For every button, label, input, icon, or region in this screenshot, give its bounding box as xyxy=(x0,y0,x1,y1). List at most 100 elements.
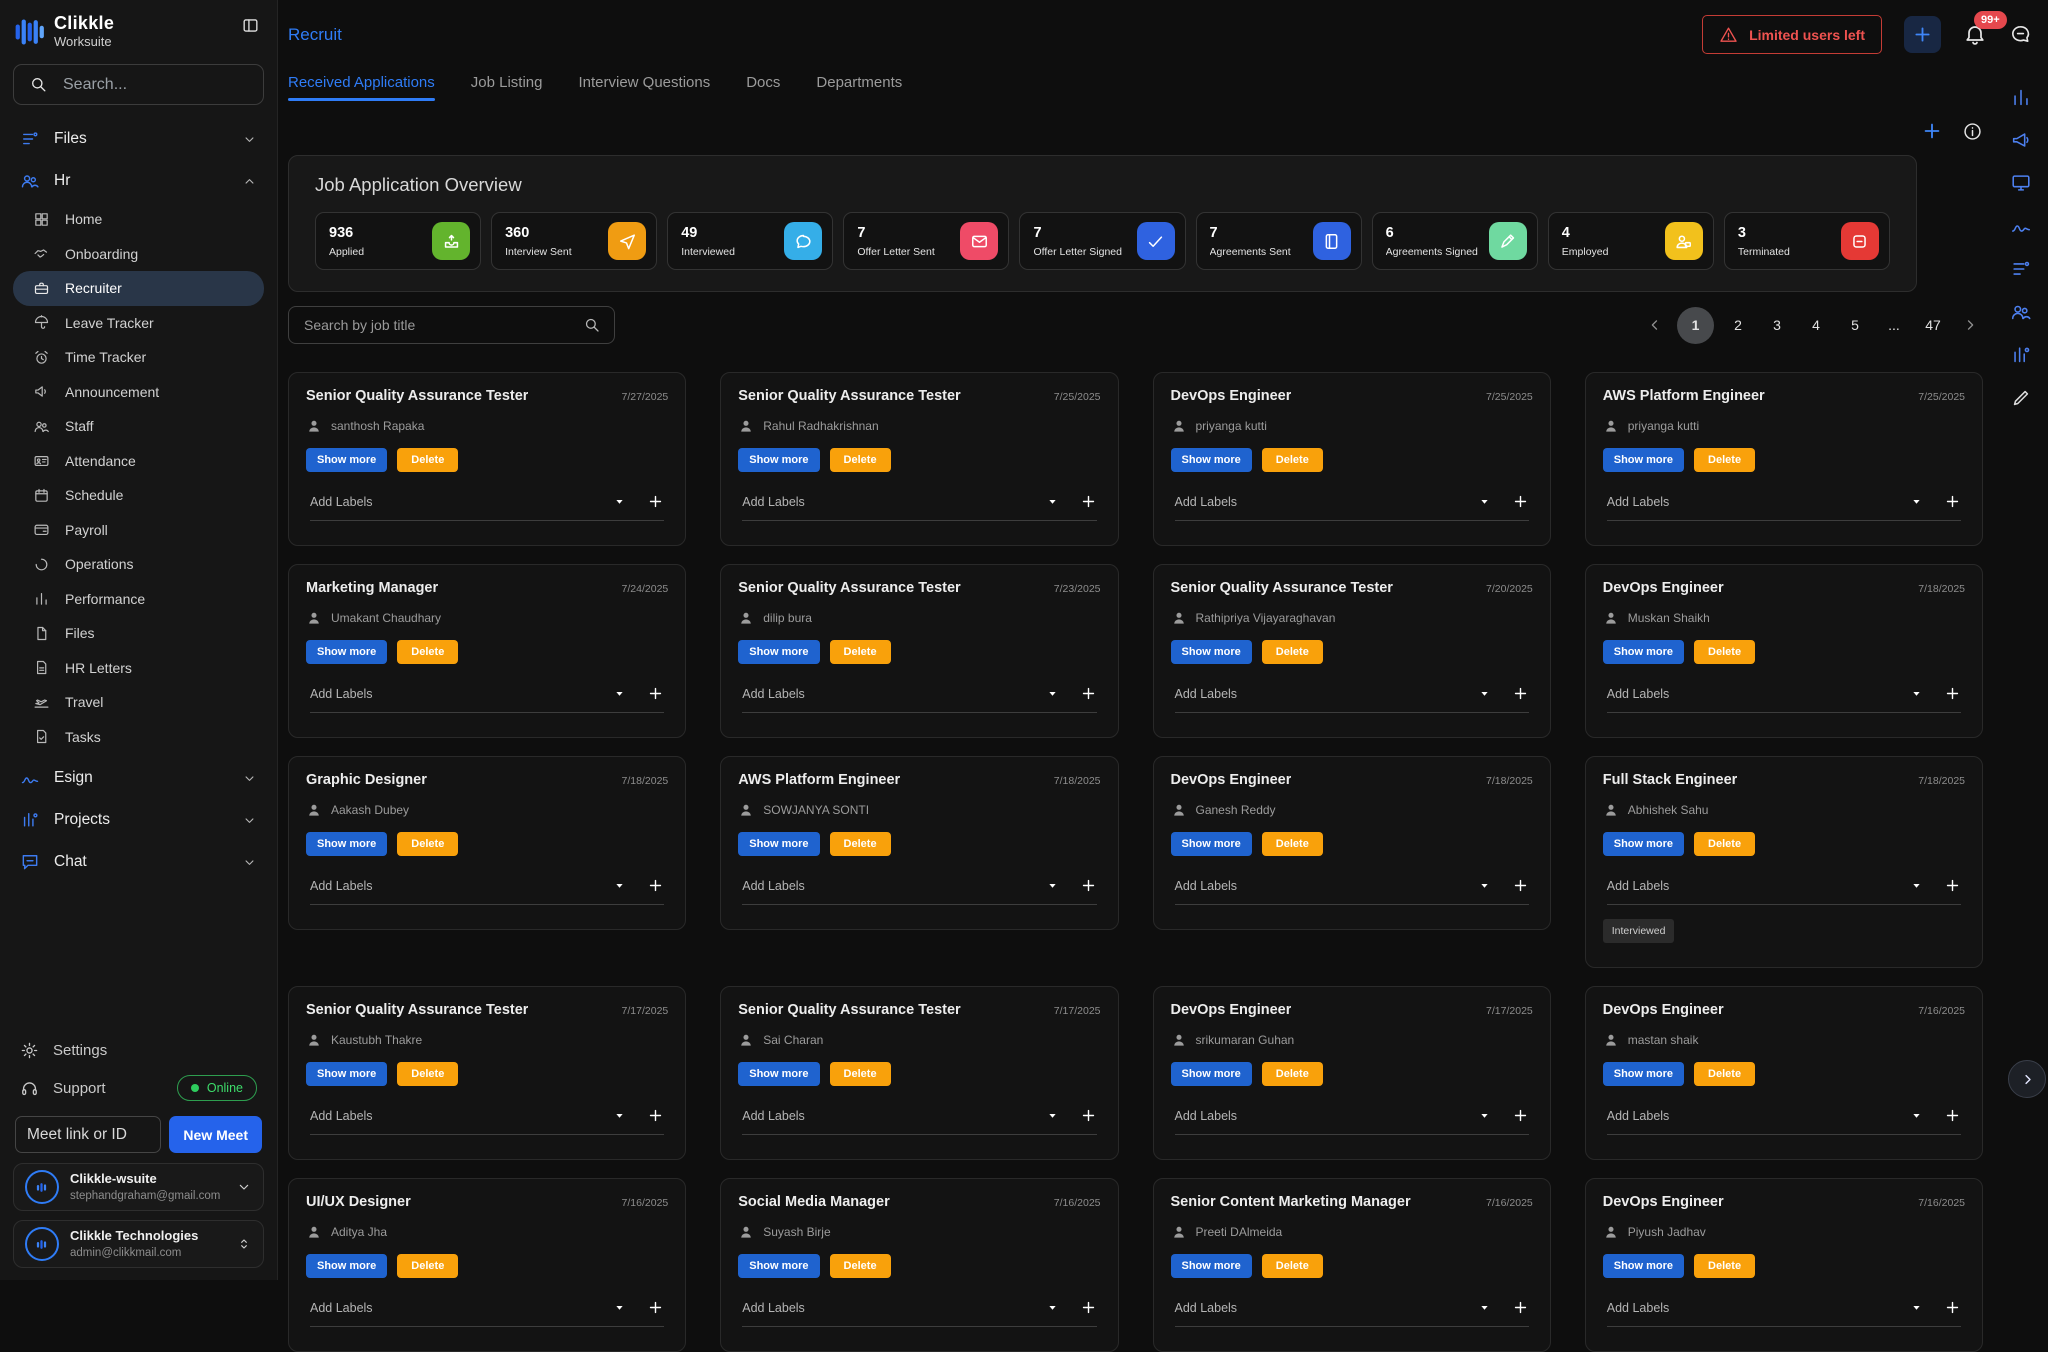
show-more-button[interactable]: Show more xyxy=(1603,832,1684,856)
add-label-button[interactable] xyxy=(1080,1299,1097,1316)
pagination-ellipsis[interactable]: ... xyxy=(1879,309,1909,341)
label-dropdown-button[interactable] xyxy=(1909,1108,1924,1123)
sidebar-item-schedule[interactable]: Schedule xyxy=(13,478,264,513)
add-labels-select[interactable]: Add Labels xyxy=(310,1299,664,1327)
delete-button[interactable]: Delete xyxy=(397,448,458,472)
sidebar-item-announcement[interactable]: Announcement xyxy=(13,375,264,410)
show-more-button[interactable]: Show more xyxy=(1171,640,1252,664)
chevron-updown-icon[interactable] xyxy=(236,1236,252,1252)
delete-button[interactable]: Delete xyxy=(830,640,891,664)
add-labels-select[interactable]: Add Labels xyxy=(310,685,664,713)
feedback-chat-button[interactable] xyxy=(2009,23,2032,46)
add-label-button[interactable] xyxy=(1512,877,1529,894)
delete-button[interactable]: Delete xyxy=(1694,640,1755,664)
add-labels-select[interactable]: Add Labels xyxy=(742,493,1096,521)
add-labels-select[interactable]: Add Labels xyxy=(1607,1299,1961,1327)
add-labels-select[interactable]: Add Labels xyxy=(310,877,664,905)
delete-button[interactable]: Delete xyxy=(1694,1062,1755,1086)
delete-button[interactable]: Delete xyxy=(1262,832,1323,856)
show-more-button[interactable]: Show more xyxy=(1171,448,1252,472)
label-dropdown-button[interactable] xyxy=(1477,1108,1492,1123)
limited-users-button[interactable]: Limited users left xyxy=(1702,15,1882,54)
delete-button[interactable]: Delete xyxy=(1262,1062,1323,1086)
delete-button[interactable]: Delete xyxy=(830,832,891,856)
sidebar-item-support[interactable]: Support Online xyxy=(13,1069,264,1107)
job-title-search[interactable] xyxy=(288,306,615,344)
add-label-button[interactable] xyxy=(1944,493,1961,510)
add-label-button[interactable] xyxy=(1944,1107,1961,1124)
sidebar-item-travel[interactable]: Travel xyxy=(13,685,264,720)
notifications-button[interactable]: 99+ xyxy=(1963,23,1987,47)
delete-button[interactable]: Delete xyxy=(830,1254,891,1278)
job-title-search-input[interactable] xyxy=(302,316,583,334)
add-labels-select[interactable]: Add Labels xyxy=(1175,877,1529,905)
label-dropdown-button[interactable] xyxy=(612,494,627,509)
delete-button[interactable]: Delete xyxy=(1262,448,1323,472)
add-label-button[interactable] xyxy=(1080,493,1097,510)
sidebar-item-files[interactable]: Files xyxy=(13,616,264,651)
delete-button[interactable]: Delete xyxy=(1262,640,1323,664)
add-label-button[interactable] xyxy=(1944,877,1961,894)
sidebar-collapse-button[interactable] xyxy=(239,14,262,37)
delete-button[interactable]: Delete xyxy=(830,1062,891,1086)
tab-received-applications[interactable]: Received Applications xyxy=(288,74,435,101)
add-labels-select[interactable]: Add Labels xyxy=(1607,1107,1961,1135)
add-label-button[interactable] xyxy=(647,1107,664,1124)
pagination-next-button[interactable] xyxy=(1957,312,1983,338)
label-dropdown-button[interactable] xyxy=(612,1300,627,1315)
delete-button[interactable]: Delete xyxy=(1694,832,1755,856)
label-dropdown-button[interactable] xyxy=(612,878,627,893)
sidebar-section-esign[interactable]: Esign xyxy=(13,760,264,796)
show-more-button[interactable]: Show more xyxy=(306,832,387,856)
label-dropdown-button[interactable] xyxy=(1045,686,1060,701)
add-label-button[interactable] xyxy=(1512,1299,1529,1316)
sidebar-section-projects[interactable]: Projects xyxy=(13,802,264,838)
add-label-button[interactable] xyxy=(1512,493,1529,510)
delete-button[interactable]: Delete xyxy=(830,448,891,472)
delete-button[interactable]: Delete xyxy=(397,640,458,664)
sidebar-item-operations[interactable]: Operations xyxy=(13,547,264,582)
show-more-button[interactable]: Show more xyxy=(1171,1254,1252,1278)
rail-list-icon[interactable] xyxy=(2010,258,2032,280)
add-labels-select[interactable]: Add Labels xyxy=(1607,685,1961,713)
pagination-page[interactable]: 1 xyxy=(1677,307,1714,344)
add-label-button[interactable] xyxy=(647,493,664,510)
rail-megaphone-icon[interactable] xyxy=(2010,129,2032,151)
show-more-button[interactable]: Show more xyxy=(738,640,819,664)
rail-edit-icon[interactable] xyxy=(2010,387,2032,409)
add-application-button[interactable] xyxy=(1921,120,1943,142)
label-dropdown-button[interactable] xyxy=(1909,1300,1924,1315)
add-label-button[interactable] xyxy=(1080,1107,1097,1124)
add-label-button[interactable] xyxy=(1512,1107,1529,1124)
delete-button[interactable]: Delete xyxy=(397,1254,458,1278)
add-labels-select[interactable]: Add Labels xyxy=(742,877,1096,905)
show-more-button[interactable]: Show more xyxy=(306,1254,387,1278)
add-labels-select[interactable]: Add Labels xyxy=(742,1107,1096,1135)
sidebar-item-staff[interactable]: Staff xyxy=(13,409,264,444)
pagination-page[interactable]: 5 xyxy=(1840,309,1870,341)
show-more-button[interactable]: Show more xyxy=(738,448,819,472)
delete-button[interactable]: Delete xyxy=(1262,1254,1323,1278)
sidebar-item-time-tracker[interactable]: Time Tracker xyxy=(13,340,264,375)
label-dropdown-button[interactable] xyxy=(1477,686,1492,701)
show-more-button[interactable]: Show more xyxy=(1603,640,1684,664)
account-card-organization[interactable]: Clikkle Technologies admin@clikkmail.com xyxy=(13,1220,264,1268)
add-labels-select[interactable]: Add Labels xyxy=(1175,493,1529,521)
info-button[interactable] xyxy=(1962,121,1983,142)
add-labels-select[interactable]: Add Labels xyxy=(1175,1107,1529,1135)
pagination-page[interactable]: 4 xyxy=(1801,309,1831,341)
tab-departments[interactable]: Departments xyxy=(816,74,902,101)
sidebar-item-tasks[interactable]: Tasks xyxy=(13,720,264,755)
sidebar-section-hr[interactable]: Hr xyxy=(13,163,264,199)
show-more-button[interactable]: Show more xyxy=(1603,1062,1684,1086)
new-meet-button[interactable]: New Meet xyxy=(169,1116,262,1153)
delete-button[interactable]: Delete xyxy=(1694,448,1755,472)
add-label-button[interactable] xyxy=(1944,1299,1961,1316)
rail-people-icon[interactable] xyxy=(2010,301,2032,323)
tab-job-listing[interactable]: Job Listing xyxy=(471,74,543,101)
add-label-button[interactable] xyxy=(1512,685,1529,702)
tab-docs[interactable]: Docs xyxy=(746,74,780,101)
pagination-prev-button[interactable] xyxy=(1642,312,1668,338)
add-labels-select[interactable]: Add Labels xyxy=(1607,877,1961,905)
label-dropdown-button[interactable] xyxy=(612,686,627,701)
